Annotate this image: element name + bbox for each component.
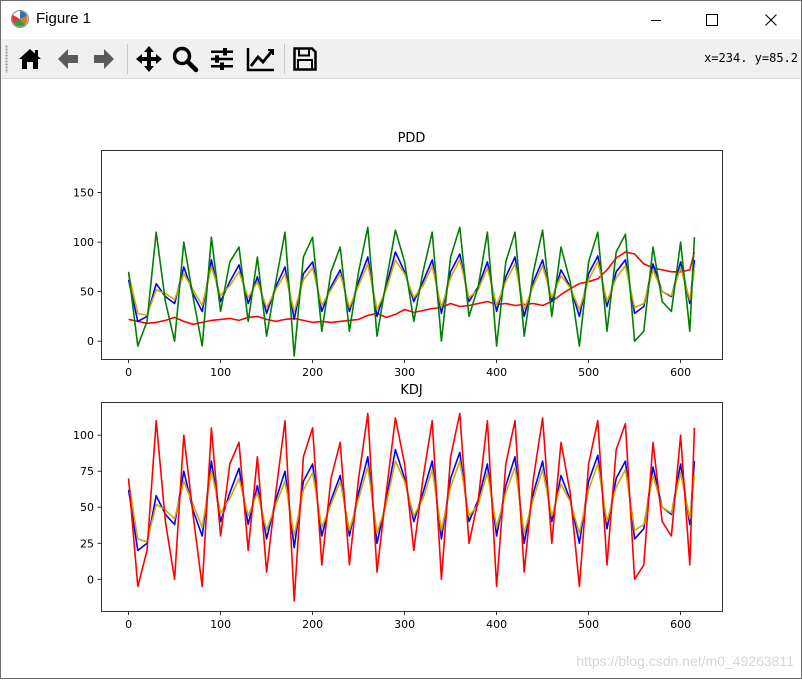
x-tick-label: 100 <box>210 366 231 379</box>
zoom-icon <box>172 46 199 73</box>
close-icon <box>765 14 777 26</box>
maximize-icon <box>706 14 718 26</box>
maximize-button[interactable] <box>689 1 735 39</box>
y-tick-label: 0 <box>87 573 94 586</box>
forward-button[interactable] <box>87 42 121 76</box>
home-icon <box>19 49 41 69</box>
toolbar-separator <box>127 44 128 74</box>
y-tick-label: 50 <box>80 501 94 514</box>
subplots-icon <box>211 48 233 70</box>
x-tick-label: 600 <box>670 366 691 379</box>
x-tick-label: 500 <box>578 618 599 631</box>
window-title: Figure 1 <box>36 10 92 27</box>
figure-canvas[interactable]: 0 100 200 300 400 500 600 0 50 100 150 PDD 0 100 200 30… <box>1 79 801 678</box>
back-button[interactable] <box>51 42 85 76</box>
minimize-icon <box>651 20 661 21</box>
chart-title: KDJ <box>400 383 422 398</box>
x-tick-label: 500 <box>578 366 599 379</box>
zoom-button[interactable] <box>168 42 202 76</box>
back-arrow-icon <box>58 49 78 69</box>
x-tick-label: 600 <box>670 618 691 631</box>
x-tick-label: 400 <box>486 366 507 379</box>
matplotlib-icon <box>10 9 30 29</box>
x-tick-label: 300 <box>394 618 415 631</box>
pan-icon <box>136 46 162 72</box>
axes-frame <box>101 150 723 360</box>
customize-icon <box>246 48 274 72</box>
subplots-button[interactable] <box>205 42 239 76</box>
figure-svg: 0 100 200 300 400 500 600050100150PDD0 100 200 30… <box>73 131 723 631</box>
y-tick-label: 150 <box>73 187 94 200</box>
toolbar-separator <box>284 44 285 74</box>
save-icon <box>293 47 317 71</box>
x-tick-label: 200 <box>302 618 323 631</box>
forward-arrow-icon <box>94 49 114 69</box>
y-tick-label: 75 <box>80 465 94 478</box>
toolbar-grip[interactable] <box>5 45 8 73</box>
y-tick-label: 100 <box>73 236 94 249</box>
home-button[interactable] <box>13 42 47 76</box>
save-button[interactable] <box>288 42 322 76</box>
y-tick-label: 0 <box>87 335 94 348</box>
y-tick-label: 100 <box>73 429 94 442</box>
y-tick-label: 25 <box>80 537 94 550</box>
pan-button[interactable] <box>132 42 166 76</box>
x-tick-label: 200 <box>302 366 323 379</box>
toolbar: x=234. y=85.2 <box>1 39 801 79</box>
x-tick-label: 400 <box>486 618 507 631</box>
y-tick-label: 50 <box>80 286 94 299</box>
watermark: https://blog.csdn.net/m0_49263811 <box>576 653 794 669</box>
x-tick-label: 300 <box>394 366 415 379</box>
chart-title: PDD <box>398 131 426 146</box>
x-tick-label: 0 <box>125 618 132 631</box>
x-tick-label: 100 <box>210 618 231 631</box>
x-tick-label: 0 <box>125 366 132 379</box>
minimize-button[interactable] <box>633 1 679 39</box>
title-bar: Figure 1 <box>1 1 801 39</box>
close-button[interactable] <box>748 1 794 39</box>
cursor-coordinates: x=234. y=85.2 <box>704 51 798 65</box>
customize-button[interactable] <box>244 42 278 76</box>
